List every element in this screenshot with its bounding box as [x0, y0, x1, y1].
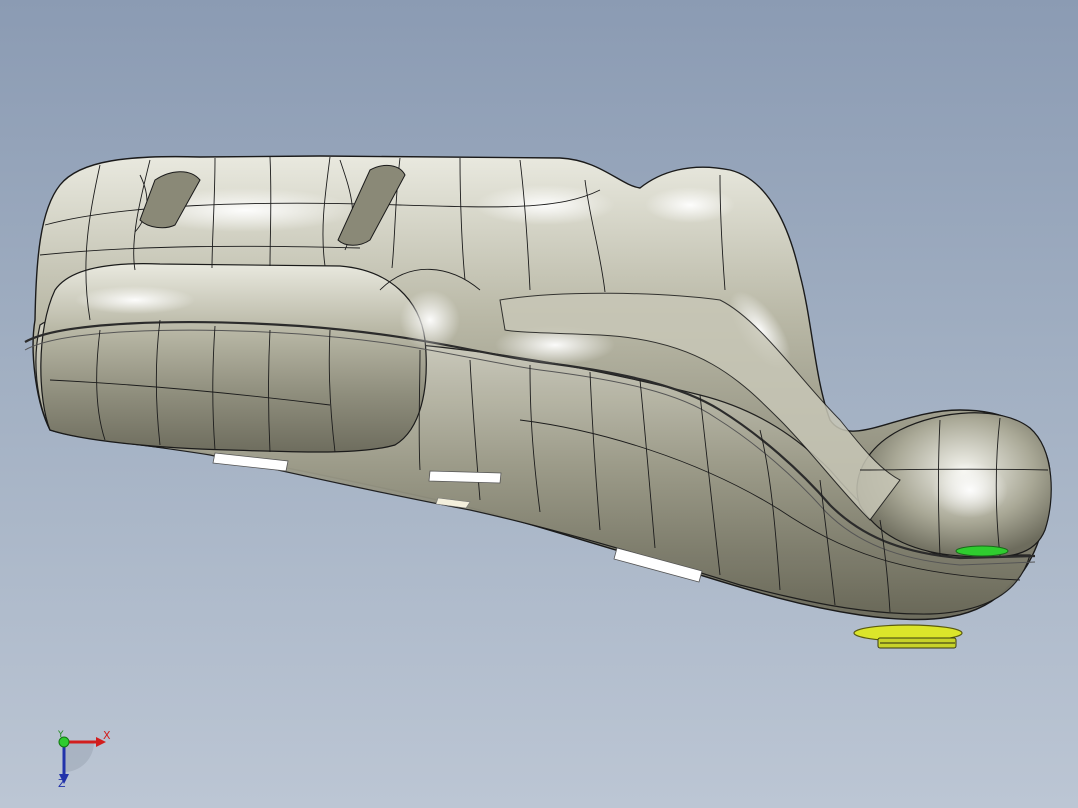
mounting-tab[interactable] [428, 470, 502, 484]
highlight [645, 187, 735, 223]
z-axis-label: Z [58, 777, 66, 790]
highlight [75, 286, 195, 314]
y-axis-label: Y [58, 730, 64, 740]
x-axis-label: X [103, 729, 111, 742]
triad-axes [58, 736, 106, 784]
orientation-triad[interactable]: X Y Z [44, 726, 124, 796]
3d-model-viewport[interactable]: X Y Z [0, 0, 1078, 808]
highlight [400, 290, 460, 350]
fuel-tank-model[interactable] [0, 0, 1078, 808]
green-fitting[interactable] [955, 545, 1009, 557]
highlight [475, 185, 615, 225]
